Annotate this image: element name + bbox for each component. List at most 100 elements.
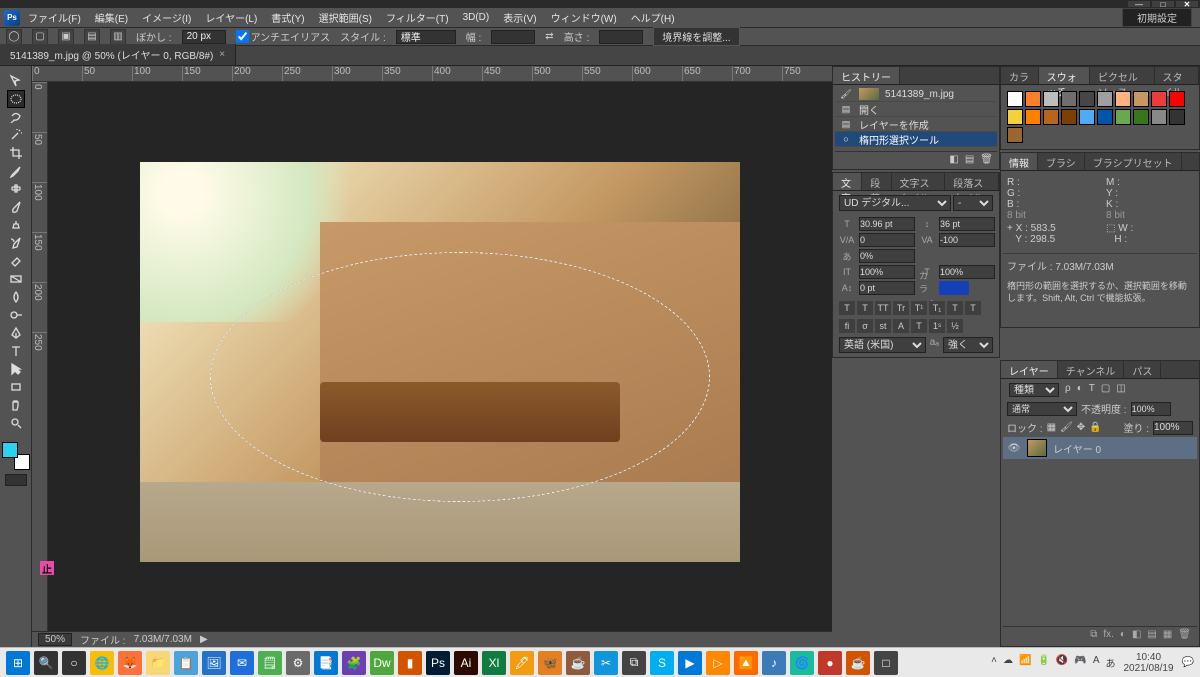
antialias-checkbox[interactable]: アンチエイリアス (236, 29, 331, 44)
zoom-level[interactable]: 50% (38, 633, 72, 646)
rectangle-tool[interactable] (7, 378, 25, 396)
opentype-sigma[interactable]: σ (857, 319, 873, 333)
color-swatches[interactable] (2, 442, 30, 470)
history-brush-tool[interactable] (7, 234, 25, 252)
filter-shape-icon[interactable]: ▢ (1101, 383, 1110, 397)
tab-pixelsource[interactable]: ピクセルソース (1090, 67, 1155, 84)
history-snapshot-icon[interactable]: ◧ (949, 154, 958, 165)
window-minimize[interactable]: — (1128, 1, 1150, 7)
tab-swatches[interactable]: スウォッチ (1039, 67, 1090, 84)
allcaps-button[interactable]: TT (875, 301, 891, 315)
brush-tool[interactable] (7, 198, 25, 216)
tab-color[interactable]: カラー (1001, 67, 1039, 84)
color-swatch[interactable] (1061, 91, 1077, 107)
pen-tool[interactable] (7, 324, 25, 342)
font-family-select[interactable]: UD デジタル... (839, 195, 951, 211)
vscale-input[interactable] (859, 265, 915, 279)
tab-layers[interactable]: レイヤー (1001, 361, 1058, 378)
menu-3d[interactable]: 3D(D) (457, 10, 496, 25)
superscript-button[interactable]: T¹ (911, 301, 927, 315)
history-step[interactable]: ▤ 開く (835, 102, 997, 117)
taskbar-app-icon[interactable]: ⧉ (622, 651, 646, 675)
height-input[interactable] (599, 30, 643, 44)
fx-icon[interactable]: fx. (1103, 629, 1114, 642)
lock-all-icon[interactable]: 🔒 (1089, 422, 1101, 433)
taskbar-app-icon[interactable]: ☕ (846, 651, 870, 675)
hand-tool[interactable] (7, 396, 25, 414)
adj-layer-icon[interactable]: ◧ (1132, 629, 1141, 642)
strike-button[interactable]: T (965, 301, 981, 315)
layer-kind-select[interactable]: 種類 (1009, 383, 1059, 397)
taskbar-app-icon[interactable]: ⚙ (286, 651, 310, 675)
history-step[interactable]: ▤ レイヤーを作成 (835, 117, 997, 132)
color-swatch[interactable] (1151, 109, 1167, 125)
selection-sub-icon[interactable]: ▤ (84, 29, 100, 45)
zoom-tool[interactable] (7, 414, 25, 432)
font-style-select[interactable]: - (953, 195, 993, 211)
selection-add-icon[interactable]: ▣ (58, 29, 74, 45)
window-maximize[interactable]: □ (1152, 1, 1174, 7)
active-tool-icon[interactable]: ◯ (6, 29, 22, 45)
taskbar-app-icon[interactable]: ▮ (398, 651, 422, 675)
history-new-icon[interactable]: ▤ (965, 154, 974, 165)
taskbar-app-icon[interactable]: 🖊 (510, 651, 534, 675)
taskbar-app-icon[interactable]: 🦊 (118, 651, 142, 675)
taskbar-app-icon[interactable]: Ai (454, 651, 478, 675)
lock-pos-icon[interactable]: ✥ (1077, 422, 1085, 433)
color-swatch[interactable] (1169, 109, 1185, 125)
taskbar-app-icon[interactable]: ▶ (678, 651, 702, 675)
group-icon[interactable]: ▤ (1147, 629, 1156, 642)
taskbar-app-icon[interactable]: 🖼 (202, 651, 226, 675)
opentype-fi[interactable]: fi (839, 319, 855, 333)
taskbar-app-icon[interactable]: 🌀 (790, 651, 814, 675)
recording-stop-icon[interactable]: 止 (40, 561, 54, 575)
menu-select[interactable]: 選択範囲(S) (313, 8, 378, 27)
taskbar-app-icon[interactable]: ⊞ (6, 651, 30, 675)
taskbar-app-icon[interactable]: ♪ (762, 651, 786, 675)
mask-icon[interactable]: ◐ (1120, 629, 1126, 642)
document-close-icon[interactable]: × (219, 49, 225, 60)
healing-brush-tool[interactable] (7, 180, 25, 198)
taskbar-app-icon[interactable]: Xl (482, 651, 506, 675)
underline-button[interactable]: T (947, 301, 963, 315)
bold-button[interactable]: T (839, 301, 855, 315)
taskbar-app-icon[interactable]: 🔼 (734, 651, 758, 675)
fontsize-input[interactable] (859, 217, 915, 231)
selection-intersect-icon[interactable]: ▥ (110, 29, 126, 45)
move-tool[interactable] (7, 72, 25, 90)
workspace-preset-button[interactable]: 初期設定 (1122, 8, 1192, 27)
clone-stamp-tool[interactable] (7, 216, 25, 234)
taskbar-app-icon[interactable]: 🔍 (34, 651, 58, 675)
tab-channels[interactable]: チャンネル (1058, 361, 1125, 378)
color-swatch[interactable] (1043, 91, 1059, 107)
swap-icon[interactable]: ⇄ (545, 31, 553, 42)
new-layer-icon[interactable]: ▦ (1163, 629, 1172, 642)
taskbar-app-icon[interactable]: ✂ (594, 651, 618, 675)
taskbar-app-icon[interactable]: ▷ (706, 651, 730, 675)
tray-icon[interactable]: ☁ (1003, 655, 1013, 670)
color-swatch[interactable] (1097, 109, 1113, 125)
color-swatch[interactable] (1007, 127, 1023, 143)
opacity-input[interactable] (1131, 402, 1171, 416)
menu-file[interactable]: ファイル(F) (22, 8, 87, 27)
taskbar-app-icon[interactable]: Dw (370, 651, 394, 675)
taskbar-app-icon[interactable]: ○ (62, 651, 86, 675)
type-tool[interactable] (7, 342, 25, 360)
smallcaps-button[interactable]: Tr (893, 301, 909, 315)
menu-window[interactable]: ウィンドウ(W) (545, 8, 623, 27)
taskbar-app-icon[interactable]: 📑 (314, 651, 338, 675)
taskbar-app-icon[interactable]: 🦋 (538, 651, 562, 675)
opentype-st[interactable]: st (875, 319, 891, 333)
tray-icon[interactable]: 🎮 (1074, 655, 1086, 670)
filter-adj-icon[interactable]: ◐ (1077, 383, 1083, 397)
color-swatch[interactable] (1061, 109, 1077, 125)
tracking-input[interactable] (939, 233, 995, 247)
tray-icon[interactable]: あ (1105, 655, 1115, 670)
filter-smart-icon[interactable]: ◫ (1116, 383, 1125, 397)
tab-paths[interactable]: パス (1124, 361, 1161, 378)
opentype-A[interactable]: A (893, 319, 909, 333)
color-swatch[interactable] (1169, 91, 1185, 107)
taskbar-app-icon[interactable]: 🧩 (342, 651, 366, 675)
feather-input[interactable] (182, 30, 226, 44)
italic-button[interactable]: T (857, 301, 873, 315)
